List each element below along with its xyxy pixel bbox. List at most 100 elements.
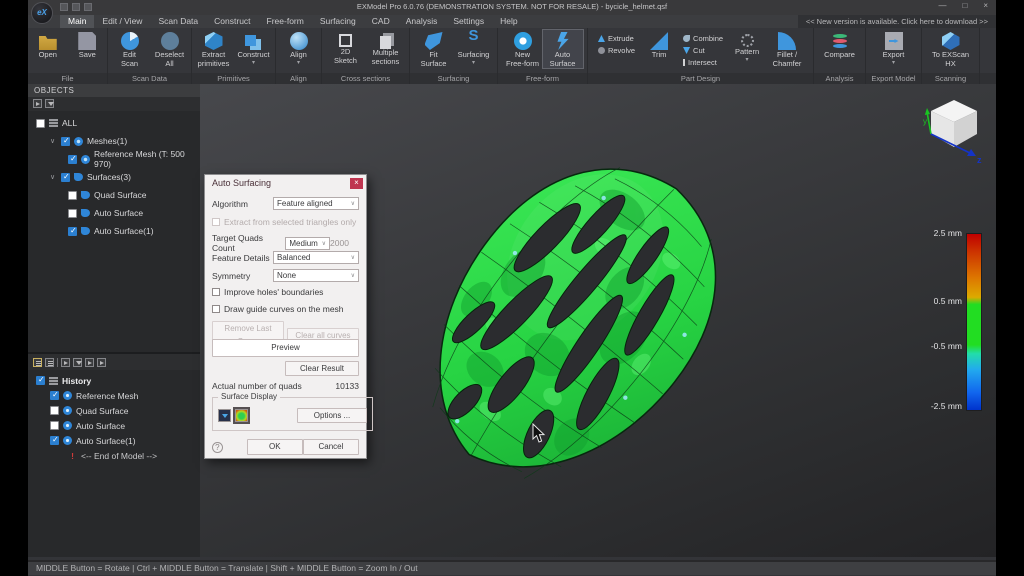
cancel-button[interactable]: Cancel: [303, 439, 359, 455]
history-item-quad-surface[interactable]: Quad Surface: [28, 403, 200, 418]
menu-help[interactable]: Help: [492, 15, 525, 28]
checkbox[interactable]: [61, 173, 70, 182]
preview-button[interactable]: Preview: [212, 339, 359, 357]
history-toolbar: [28, 354, 200, 370]
multiple-sections-button[interactable]: Multiple sections: [366, 30, 406, 66]
save-button[interactable]: Save: [68, 30, 108, 60]
help-icon[interactable]: ?: [212, 442, 223, 453]
tree-item-meshes[interactable]: ∨ Meshes(1): [28, 132, 200, 150]
chevron-expand-icon[interactable]: ∨: [50, 137, 57, 145]
menu-analysis[interactable]: Analysis: [398, 15, 446, 28]
menu-scan-data[interactable]: Scan Data: [150, 15, 206, 28]
new-free-form-button[interactable]: New Free-form: [503, 30, 543, 68]
menu-cad[interactable]: CAD: [364, 15, 398, 28]
tree-view-icon[interactable]: [45, 358, 54, 367]
mesh-icon: [74, 137, 83, 146]
2d-sketch-button[interactable]: 2D Sketch: [326, 30, 366, 65]
feature-details-select[interactable]: Balanced ∨: [273, 251, 359, 264]
chevron-down-icon: ∨: [351, 272, 355, 279]
checkbox[interactable]: [68, 155, 77, 164]
checkbox[interactable]: [212, 288, 220, 296]
history-item-auto-surface-1[interactable]: Auto Surface(1): [28, 433, 200, 448]
history-item-auto-surface[interactable]: Auto Surface: [28, 418, 200, 433]
checkbox[interactable]: [50, 406, 59, 415]
app-logo[interactable]: eX: [31, 2, 53, 24]
surfacing-button[interactable]: Surfacing ▾: [454, 30, 494, 66]
step-forward-icon[interactable]: [97, 358, 106, 367]
checkbox[interactable]: [50, 391, 59, 400]
scale-label-max: 2.5 mm: [922, 228, 962, 238]
checkbox[interactable]: [36, 376, 45, 385]
history-root[interactable]: History: [28, 373, 200, 388]
align-button[interactable]: Align ▾: [279, 30, 319, 66]
menu-free-form[interactable]: Free-form: [259, 15, 312, 28]
checkbox[interactable]: [68, 191, 77, 200]
checkbox[interactable]: [50, 436, 59, 445]
target-quads-select[interactable]: Medium ∨: [285, 237, 330, 250]
menu-construct[interactable]: Construct: [206, 15, 258, 28]
surface-display-deviation-swatch[interactable]: [235, 409, 248, 422]
checkbox[interactable]: [68, 209, 77, 218]
tree-item-quad-surface[interactable]: Quad Surface: [28, 186, 200, 204]
tree-item-reference-mesh[interactable]: Reference Mesh (T: 500 970): [28, 150, 200, 168]
tree-item-all[interactable]: ALL: [28, 114, 200, 132]
extract-primitives-button[interactable]: Extract primitives: [194, 30, 234, 68]
symmetry-select[interactable]: None ∨: [273, 269, 359, 282]
fit-surface-button[interactable]: Fit Surface: [414, 30, 454, 68]
trim-button[interactable]: Trim: [639, 30, 679, 60]
fillet-chamfer-button[interactable]: Fillet / Chamfer: [767, 30, 807, 68]
list-view-icon[interactable]: [33, 358, 42, 367]
checkbox[interactable]: [212, 305, 220, 313]
checkbox[interactable]: [36, 119, 45, 128]
checkbox[interactable]: [68, 227, 77, 236]
intersect-icon: [683, 59, 685, 66]
algorithm-select[interactable]: Feature aligned ∨: [273, 197, 359, 210]
surface-display-solid-swatch[interactable]: [218, 409, 231, 422]
edit-scan-button[interactable]: Edit Scan: [110, 30, 150, 68]
compare-button[interactable]: Compare: [820, 30, 860, 60]
tree-item-surfaces[interactable]: ∨ Surfaces(3): [28, 168, 200, 186]
options-button[interactable]: Options ...: [297, 408, 367, 423]
tree-item-auto-surface-1[interactable]: Auto Surface(1): [28, 222, 200, 240]
chevron-down-icon: ▾: [297, 60, 300, 66]
revolve-button[interactable]: Revolve: [598, 46, 635, 55]
minimize-button[interactable]: —: [938, 1, 946, 10]
menu-edit-view[interactable]: Edit / View: [94, 15, 150, 28]
helmet-model[interactable]: [400, 135, 740, 505]
deselect-all-button[interactable]: Deselect All: [150, 30, 190, 68]
play-icon[interactable]: [61, 358, 70, 367]
maximize-button[interactable]: □: [962, 1, 967, 10]
menu-surfacing[interactable]: Surfacing: [312, 15, 364, 28]
filter-icon[interactable]: [73, 358, 82, 367]
show-all-icon[interactable]: [33, 99, 42, 108]
update-notification-link[interactable]: << New version is available. Click here …: [798, 15, 996, 28]
step-back-icon[interactable]: [85, 358, 94, 367]
open-button[interactable]: Open: [28, 30, 68, 60]
intersect-button[interactable]: Intersect: [683, 58, 723, 67]
history-step-icon: [63, 406, 72, 415]
layers-icon: [49, 119, 58, 127]
combine-button[interactable]: Combine: [683, 34, 723, 43]
export-button[interactable]: Export ▾: [874, 30, 914, 66]
ok-button[interactable]: OK: [247, 439, 303, 455]
dialog-close-icon[interactable]: ×: [350, 178, 363, 189]
close-button[interactable]: ×: [983, 1, 988, 10]
menu-main[interactable]: Main: [60, 15, 94, 28]
extrude-button[interactable]: Extrude: [598, 34, 635, 43]
to-exscan-hx-button[interactable]: To EXScan HX: [925, 30, 977, 68]
auto-surface-button[interactable]: Auto Surface: [543, 30, 583, 68]
view-orientation-cube[interactable]: y z: [922, 96, 986, 164]
tree-item-auto-surface[interactable]: Auto Surface: [28, 204, 200, 222]
clear-result-button[interactable]: Clear Result: [285, 361, 359, 376]
pattern-button[interactable]: Pattern ▾: [727, 30, 767, 63]
chevron-expand-icon[interactable]: ∨: [50, 173, 57, 181]
checkbox[interactable]: [61, 137, 70, 146]
checkbox[interactable]: [50, 421, 59, 430]
construct-button[interactable]: Construct ▾: [234, 30, 274, 66]
cut-button[interactable]: Cut: [683, 46, 723, 55]
filter-icon[interactable]: [45, 99, 54, 108]
extract-primitives-icon: [205, 32, 223, 50]
history-item-reference-mesh[interactable]: Reference Mesh: [28, 388, 200, 403]
draw-guide-curves-checkbox[interactable]: Draw guide curves on the mesh: [212, 304, 359, 314]
improve-holes-checkbox[interactable]: Improve holes' boundaries: [212, 287, 359, 297]
